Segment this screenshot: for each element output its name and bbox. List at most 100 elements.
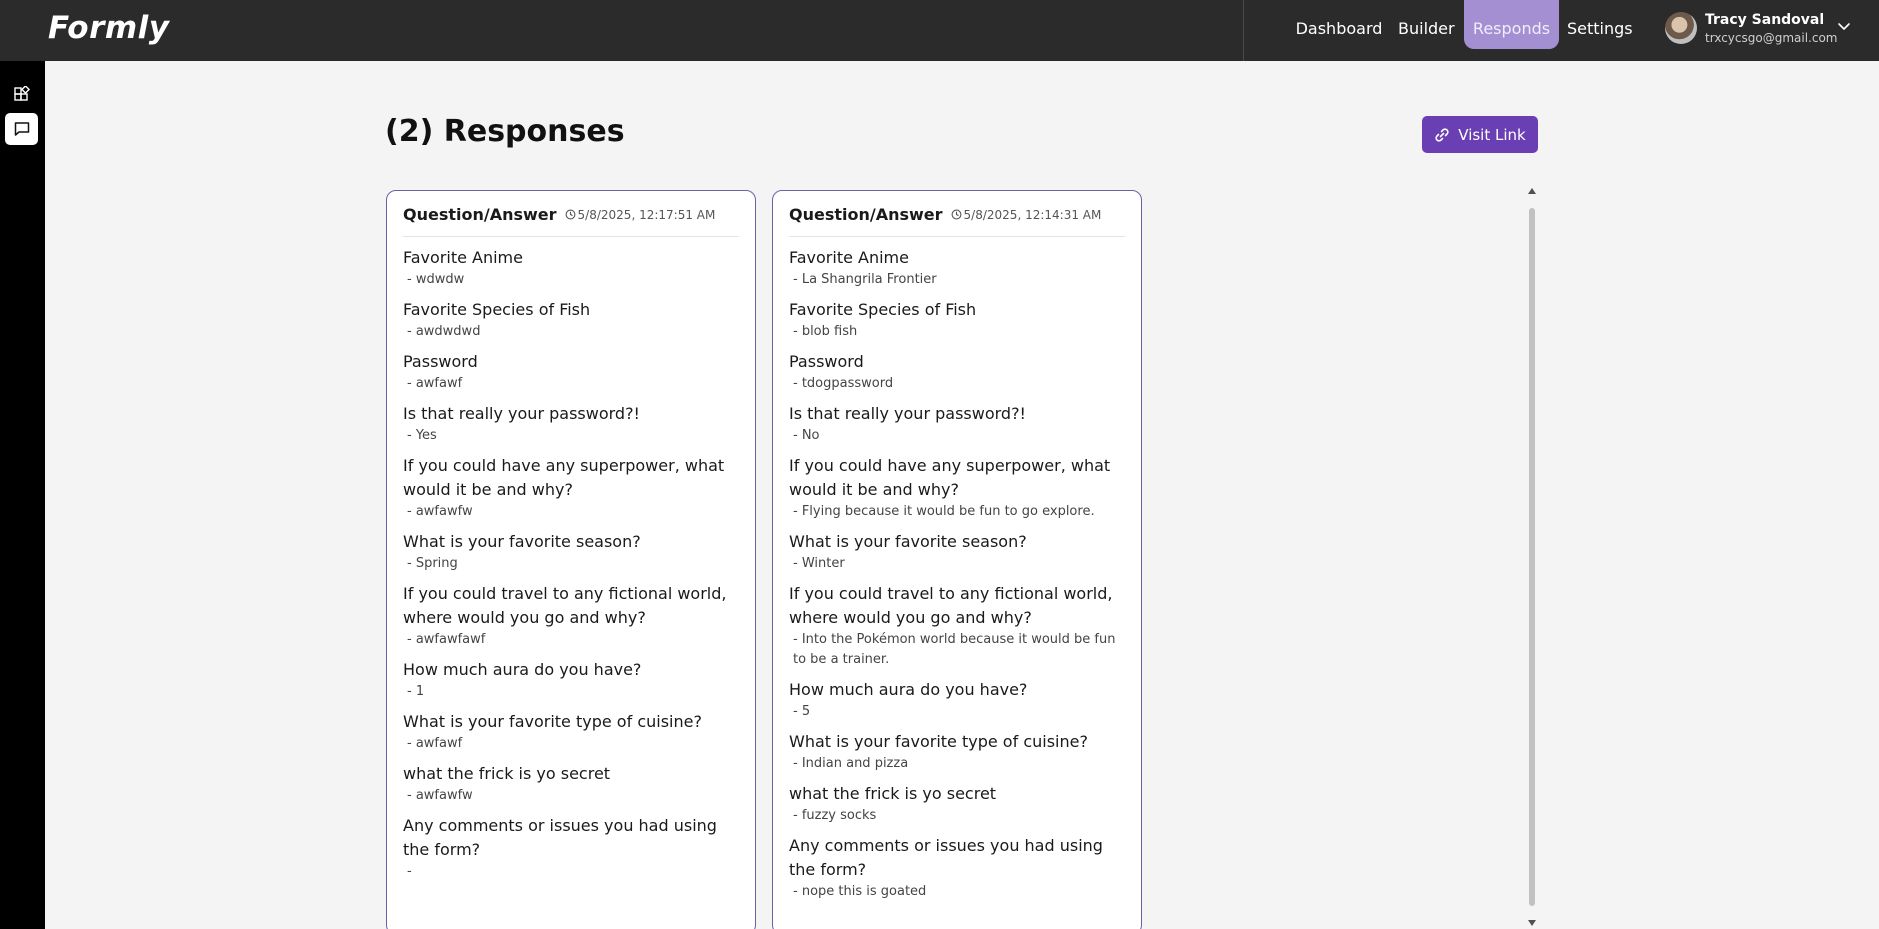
layout-icon: [13, 86, 30, 101]
message-square-icon: [14, 122, 29, 136]
question: Favorite Species of Fish: [403, 300, 591, 319]
answer: - awfawfw: [407, 788, 473, 803]
answer: - No: [793, 428, 820, 443]
qa-item: what the frick is yo secret - fuzzy socks: [789, 782, 1127, 826]
nav-dashboard[interactable]: Dashboard: [1292, 0, 1386, 49]
answer: - awdwdwd: [407, 324, 481, 339]
app-logo[interactable]: Formly: [48, 10, 170, 46]
question: If you could have any superpower, what w…: [403, 456, 725, 499]
qa-item: Password - tdogpassword: [789, 350, 1127, 394]
question: How much aura do you have?: [789, 680, 1028, 699]
qa-item: Any comments or issues you had using the…: [789, 834, 1127, 902]
qa-item: Is that really your password?! - No: [789, 402, 1127, 446]
answer: - Indian and pizza: [793, 756, 909, 771]
question: If you could travel to any fictional wor…: [789, 584, 1113, 627]
question: Password: [789, 352, 864, 371]
qa-item: If you could travel to any fictional wor…: [403, 582, 741, 650]
user-avatar[interactable]: [1665, 12, 1697, 44]
answer: - 1: [407, 684, 425, 699]
chevron-down-icon[interactable]: [1836, 18, 1852, 34]
qa-item: What is your favorite season? - Spring: [403, 530, 741, 574]
question: Favorite Anime: [789, 248, 909, 267]
clock-icon: [951, 209, 961, 220]
question: If you could have any superpower, what w…: [789, 456, 1111, 499]
sidebar-item-builder[interactable]: [5, 79, 38, 111]
qa-item: If you could travel to any fictional wor…: [789, 582, 1127, 670]
nav-builder[interactable]: Builder: [1398, 0, 1455, 49]
question: Is that really your password?!: [789, 404, 1026, 423]
answer: - awfawfawf: [407, 632, 486, 647]
question: How much aura do you have?: [403, 660, 642, 679]
sidebar-item-responses[interactable]: [5, 113, 38, 145]
question: what the frick is yo secret: [789, 784, 997, 803]
qa-item: What is your favorite season? - Winter: [789, 530, 1127, 574]
response-card: Question/Answer 5/8/2025, 12:14:31 AM Fa…: [772, 190, 1142, 929]
user-name: Tracy Sandoval: [1705, 12, 1825, 28]
answer: - Winter: [793, 556, 845, 571]
top-navbar: Formly Dashboard Builder Responds Settin…: [0, 0, 1879, 61]
question: What is your favorite season?: [789, 532, 1027, 551]
qa-item: How much aura do you have? - 1: [403, 658, 741, 702]
answer: - Spring: [407, 556, 458, 571]
navbar-divider: [1243, 0, 1244, 61]
card-header: Question/Answer 5/8/2025, 12:14:31 AM: [789, 205, 1125, 237]
link-icon: [1435, 127, 1449, 142]
nav-responds[interactable]: Responds: [1464, 0, 1559, 49]
user-email: trxcycsgo@gmail.com: [1705, 31, 1838, 45]
response-timestamp: 5/8/2025, 12:14:31 AM: [951, 207, 1102, 222]
qa-item: Favorite Anime - La Shangrila Frontier: [789, 246, 1127, 290]
response-timestamp: 5/8/2025, 12:17:51 AM: [565, 207, 716, 222]
nav-settings[interactable]: Settings: [1567, 0, 1633, 49]
qa-item: If you could have any superpower, what w…: [789, 454, 1127, 522]
qa-item: What is your favorite type of cuisine? - …: [403, 710, 741, 754]
qa-item: Any comments or issues you had using the…: [403, 814, 741, 882]
page-title: (2) Responses: [385, 114, 625, 149]
question: Password: [403, 352, 478, 371]
qa-item: Password - awfawf: [403, 350, 741, 394]
question: Any comments or issues you had using the…: [403, 816, 717, 859]
clock-icon: [565, 209, 575, 220]
qa-list: Favorite Anime - La Shangrila Frontier Fa…: [789, 246, 1127, 910]
response-card: Question/Answer 5/8/2025, 12:17:51 AM Fa…: [386, 190, 756, 929]
answer: - Yes: [407, 428, 437, 443]
qa-item: Favorite Species of Fish - awdwdwd: [403, 298, 741, 342]
answer: - wdwdw: [407, 272, 465, 287]
question: Any comments or issues you had using the…: [789, 836, 1103, 879]
qa-item: Favorite Species of Fish - blob fish: [789, 298, 1127, 342]
answer: - La Shangrila Frontier: [793, 272, 937, 287]
question: If you could travel to any fictional wor…: [403, 584, 727, 627]
answer: - blob fish: [793, 324, 858, 339]
answer: - awfawf: [407, 736, 463, 751]
qa-item: What is your favorite type of cuisine? - …: [789, 730, 1127, 774]
visit-link-button[interactable]: Visit Link: [1422, 116, 1538, 153]
question: what the frick is yo secret: [403, 764, 611, 783]
timestamp-text: 5/8/2025, 12:17:51 AM: [577, 207, 716, 222]
qa-item: Favorite Anime - wdwdw: [403, 246, 741, 290]
scroll-thumb[interactable]: [1529, 208, 1535, 906]
card-header-title: Question/Answer: [403, 205, 557, 224]
qa-item: If you could have any superpower, what w…: [403, 454, 741, 522]
qa-item: Is that really your password?! - Yes: [403, 402, 741, 446]
qa-item: what the frick is yo secret - awfawfw: [403, 762, 741, 806]
scroll-down-arrow-icon[interactable]: [1528, 920, 1536, 926]
question: What is your favorite season?: [403, 532, 641, 551]
answer: - Flying because it would be fun to go e…: [793, 504, 1095, 519]
visit-link-label: Visit Link: [1458, 125, 1526, 144]
answer: -: [407, 864, 412, 879]
answer: - nope this is goated: [793, 884, 927, 899]
qa-item: How much aura do you have? - 5: [789, 678, 1127, 722]
answer: - awfawfw: [407, 504, 473, 519]
scroll-up-arrow-icon[interactable]: [1528, 188, 1536, 194]
answer: - fuzzy socks: [793, 808, 877, 823]
answer: - tdogpassword: [793, 376, 894, 391]
question: Favorite Species of Fish: [789, 300, 977, 319]
question: Favorite Anime: [403, 248, 523, 267]
card-header-title: Question/Answer: [789, 205, 943, 224]
question: What is your favorite type of cuisine?: [789, 732, 1088, 751]
qa-list: Favorite Anime - wdwdw Favorite Species o…: [403, 246, 741, 890]
question: Is that really your password?!: [403, 404, 640, 423]
timestamp-text: 5/8/2025, 12:14:31 AM: [963, 207, 1102, 222]
card-header: Question/Answer 5/8/2025, 12:17:51 AM: [403, 205, 739, 237]
answer: - 5: [793, 704, 811, 719]
responses-scrollbar[interactable]: [1527, 188, 1537, 926]
